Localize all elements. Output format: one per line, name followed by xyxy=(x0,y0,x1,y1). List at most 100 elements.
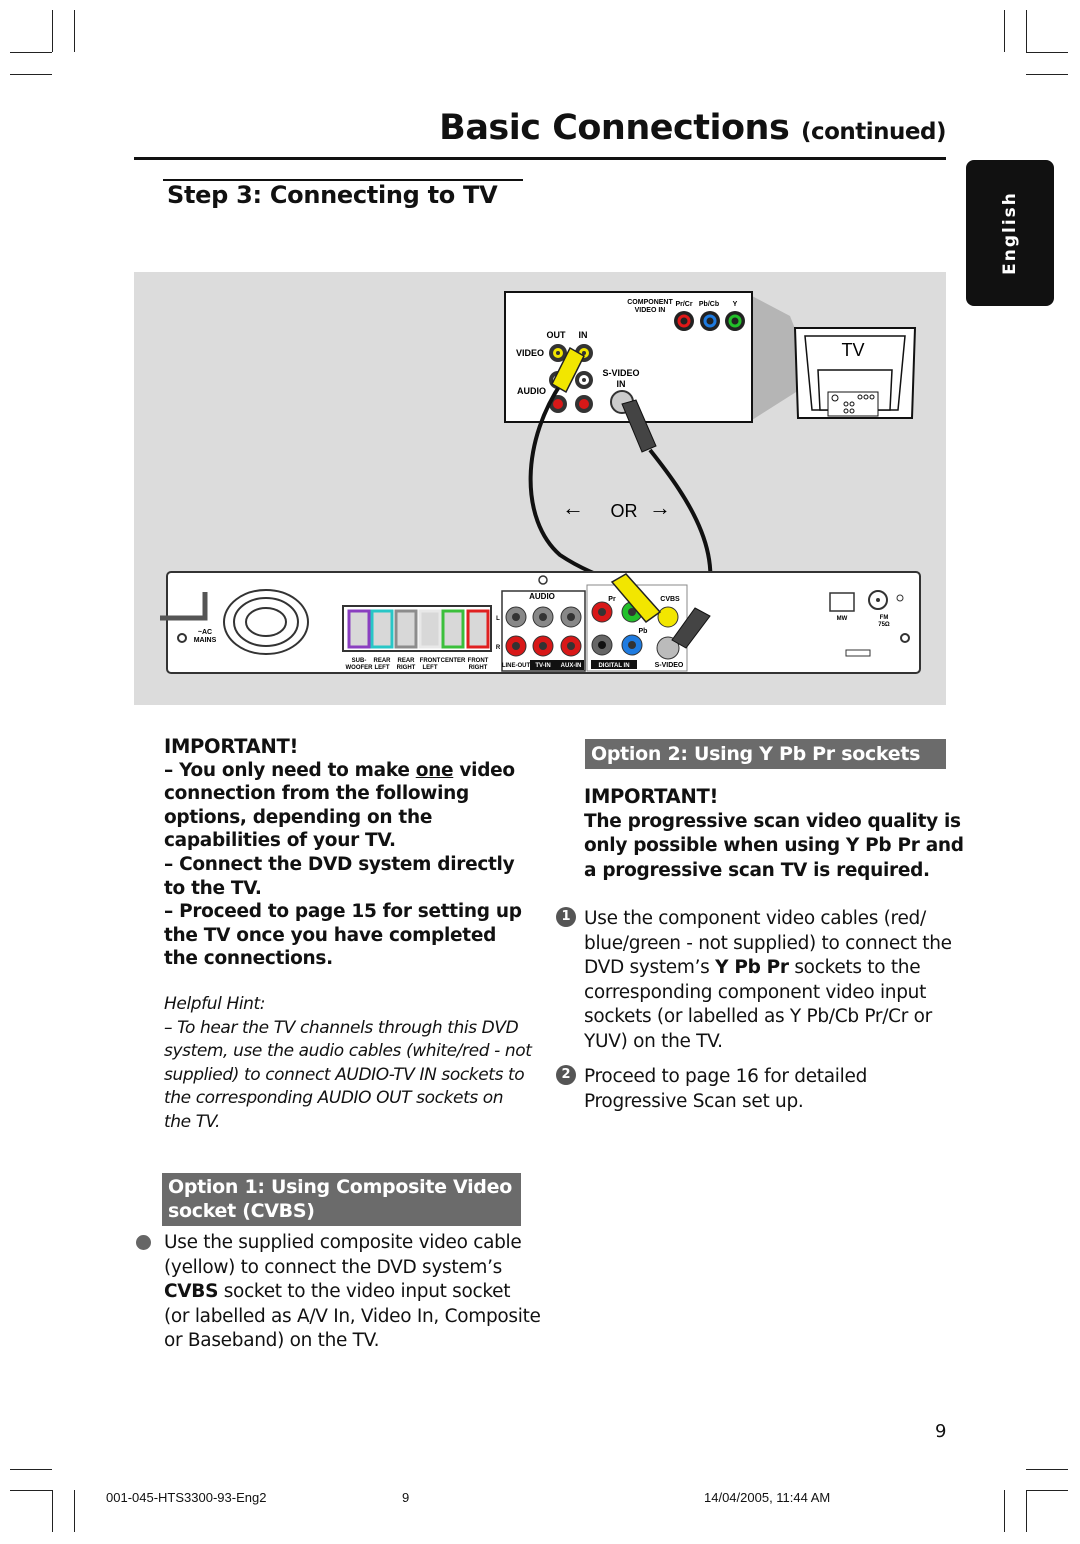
pb-label: Pb xyxy=(639,628,648,635)
language-label: English xyxy=(1000,191,1020,275)
arrow-right-icon: → xyxy=(649,495,671,520)
or-label: OR xyxy=(611,501,638,521)
speaker-terminal xyxy=(347,609,371,649)
step-2-text: Proceed to page 16 for detailed Progressi… xyxy=(584,1065,867,1114)
svideo-in-label: S-VIDEO xyxy=(602,368,639,378)
option1-heading: Option 1: Using Composite Video socket (… xyxy=(162,1173,521,1226)
text-segment: Use the supplied composite video cable xyxy=(164,1232,522,1253)
text-line: supplied) to connect AUDIO-TV IN sockets… xyxy=(164,1064,531,1088)
ac-mains-label: ~AC xyxy=(198,629,212,636)
y-label: Y xyxy=(733,301,738,308)
speaker-label: CENTER xyxy=(441,658,466,664)
connection-diagram: TV COMPONENT VIDEO IN Pr/Cr Pb/Cb Y OUT … xyxy=(134,272,946,705)
text-segment: The progressive scan video quality is xyxy=(584,810,961,832)
footer-page: 9 xyxy=(402,1490,410,1505)
text-segment: Progressive Scan set up. xyxy=(584,1090,804,1112)
title-rule xyxy=(134,157,946,160)
out-label: OUT xyxy=(547,330,567,340)
text-segment: Use the component video cables (red/ xyxy=(584,908,926,929)
crop-mark xyxy=(1026,52,1068,53)
language-tab: English xyxy=(966,160,1054,306)
text-segment: (yellow) to connect the DVD system’s xyxy=(164,1256,502,1278)
crop-mark xyxy=(52,1490,53,1532)
text-line: Proceed to page 16 for detailed xyxy=(584,1065,867,1090)
text-segment: the TV. xyxy=(164,1111,220,1132)
text-line: capabilities of your TV. xyxy=(164,829,522,853)
text-line: only possible when using Y Pb Pr and xyxy=(584,834,964,859)
mw-terminal xyxy=(829,592,855,612)
option1-heading-line: Option 1: Using Composite Video xyxy=(168,1176,512,1198)
text-segment: supplied) to connect AUDIO-TV IN sockets… xyxy=(164,1064,525,1085)
text-line: Use the component video cables (red/ xyxy=(584,907,952,932)
diagram-svg: TV COMPONENT VIDEO IN Pr/Cr Pb/Cb Y OUT … xyxy=(160,291,921,674)
in-label: IN xyxy=(579,330,588,340)
text-segment: – Proceed to page 15 for setting up xyxy=(164,901,522,923)
text-line: the connections. xyxy=(164,947,522,971)
text-segment: – Connect the DVD system directly xyxy=(164,853,515,875)
text-line: – To hear the TV channels through this D… xyxy=(164,1017,531,1041)
text-segment: – You only need to make xyxy=(164,759,416,781)
crop-mark xyxy=(10,74,52,75)
speaker-terminal xyxy=(466,609,490,649)
text-line: connection from the following xyxy=(164,782,522,806)
speaker-terminal xyxy=(370,609,394,649)
text-segment: Y Pb Pr xyxy=(715,957,789,979)
text-line: – Connect the DVD system directly xyxy=(164,853,522,877)
step-1-text: Use the component video cables (red/blue… xyxy=(584,907,952,1055)
tv-illustration: TV xyxy=(793,327,917,419)
text-line: YUV) on the TV. xyxy=(584,1030,952,1055)
option1-heading-line: socket (CVBS) xyxy=(168,1200,315,1222)
speaker-label: WOOFER xyxy=(346,665,374,671)
step-number-icon: 2 xyxy=(556,1065,576,1085)
title-text: Basic Connections xyxy=(439,108,790,148)
line-out-label: LINE-OUT xyxy=(502,663,531,669)
pr-label: Pr xyxy=(608,596,616,603)
fm-label: FM xyxy=(880,615,889,621)
text-line: Use the supplied composite video cable xyxy=(164,1231,541,1256)
tv-label: TV xyxy=(841,340,864,360)
crop-mark xyxy=(52,10,53,52)
l-label: L xyxy=(496,616,500,622)
crop-mark xyxy=(1026,74,1068,75)
text-segment: corresponding component video input xyxy=(584,981,927,1003)
text-segment: or Baseband) on the TV. xyxy=(164,1330,380,1352)
speaker-label: LEFT xyxy=(423,665,438,671)
text-line: to the TV. xyxy=(164,877,522,901)
title-suffix: (continued) xyxy=(800,119,947,145)
important-text: The progressive scan video quality is onl… xyxy=(584,810,964,884)
video-label: VIDEO xyxy=(516,348,544,358)
text-segment: the connections. xyxy=(164,948,333,970)
text-segment: one xyxy=(415,759,454,781)
crop-mark xyxy=(10,52,52,53)
text-line: or Baseband) on the TV. xyxy=(164,1329,541,1354)
text-segment: a progressive scan TV is required. xyxy=(584,859,930,881)
hint-text: – To hear the TV channels through this D… xyxy=(164,1017,532,1135)
text-line: the TV. xyxy=(164,1111,531,1135)
text-line: DVD system’s Y Pb Pr sockets to the xyxy=(584,956,952,981)
crop-mark xyxy=(1026,1469,1068,1470)
speaker-terminal xyxy=(418,609,442,649)
speaker-label: FRONT xyxy=(420,658,441,664)
text-segment: to the TV. xyxy=(164,877,262,899)
text-line: CVBS socket to the video input socket xyxy=(164,1280,541,1305)
digital-in-label: DIGITAL IN xyxy=(598,663,629,669)
text-segment: connection from the following xyxy=(164,783,469,805)
text-line: the TV once you have completed xyxy=(164,924,522,948)
text-segment: only possible when using Y Pb Pr and xyxy=(584,835,964,857)
fm-ohm-label: 75Ω xyxy=(878,622,890,628)
text-line: The progressive scan video quality is xyxy=(584,810,964,835)
important-section-left: IMPORTANT! – You only need to make one v… xyxy=(164,735,522,971)
text-line: Progressive Scan set up. xyxy=(584,1090,867,1115)
step-title: Step 3: Connecting to TV xyxy=(167,181,498,209)
bullet-icon xyxy=(136,1235,151,1250)
audio-block-label: AUDIO xyxy=(529,592,555,601)
text-line: – You only need to make one video xyxy=(164,759,522,783)
text-line: a progressive scan TV is required. xyxy=(584,859,964,884)
text-line: corresponding component video input xyxy=(584,981,952,1006)
text-segment: video xyxy=(453,759,515,781)
text-line: the corresponding AUDIO OUT sockets on xyxy=(164,1087,531,1111)
speaker-label: REAR xyxy=(397,658,415,664)
text-segment: the TV once you have completed xyxy=(164,924,497,946)
speaker-terminal xyxy=(441,609,465,649)
speaker-label: RIGHT xyxy=(469,665,488,671)
